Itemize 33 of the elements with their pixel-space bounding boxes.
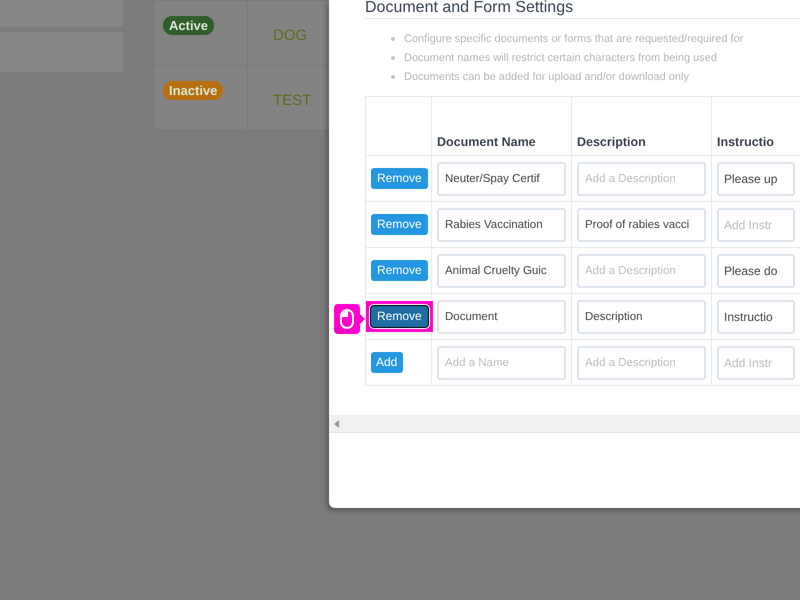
table-cell: DOG — [273, 27, 308, 44]
column-header: Description — [577, 135, 646, 149]
bullet-icon — [391, 74, 395, 78]
scroll-left-icon[interactable] — [334, 420, 339, 428]
mouse-icon — [340, 309, 354, 329]
instructions-field[interactable]: Please do — [717, 254, 795, 288]
name-field[interactable]: Animal Cruelty Guic — [437, 254, 566, 288]
instructions-field[interactable]: Please up — [717, 162, 795, 196]
status-badge: Inactive — [163, 80, 224, 100]
note-text: Configure specific documents or forms that are requested/required for — [404, 32, 744, 46]
section-title: Document and Form Settings — [365, 0, 800, 19]
column-header: Document Name — [437, 135, 536, 149]
note-text: Document names will restrict certain characters from being used — [404, 50, 718, 64]
description-field[interactable]: Add a Description — [577, 346, 706, 380]
remove-button[interactable]: Remove — [371, 306, 428, 327]
table-cell: TEST — [273, 92, 312, 108]
description-field[interactable]: Proof of rabies vacci — [577, 208, 706, 242]
description-field[interactable]: Add a Description — [577, 162, 706, 196]
bullet-icon — [391, 56, 395, 60]
name-field[interactable]: Document — [437, 300, 566, 334]
note-text: Documents can be added for upload and/or download only — [404, 70, 689, 84]
name-field[interactable]: Rabies Vaccination — [437, 208, 566, 242]
status-badge: Active — [163, 16, 214, 35]
name-field[interactable]: Neuter/Spay Certif — [437, 162, 566, 196]
instructions-field[interactable]: Add Instr — [717, 208, 795, 242]
bullet-icon — [391, 36, 395, 40]
column-header: Instructio — [717, 135, 774, 149]
horizontal-scrollbar[interactable] — [329, 415, 800, 433]
description-field[interactable]: Description — [577, 300, 706, 334]
instructions-field[interactable]: Add Instr — [717, 346, 795, 380]
instructions-field[interactable]: Instructio — [717, 300, 795, 334]
name-field[interactable]: Add a Name — [437, 346, 566, 380]
description-field[interactable]: Add a Description — [577, 254, 706, 288]
